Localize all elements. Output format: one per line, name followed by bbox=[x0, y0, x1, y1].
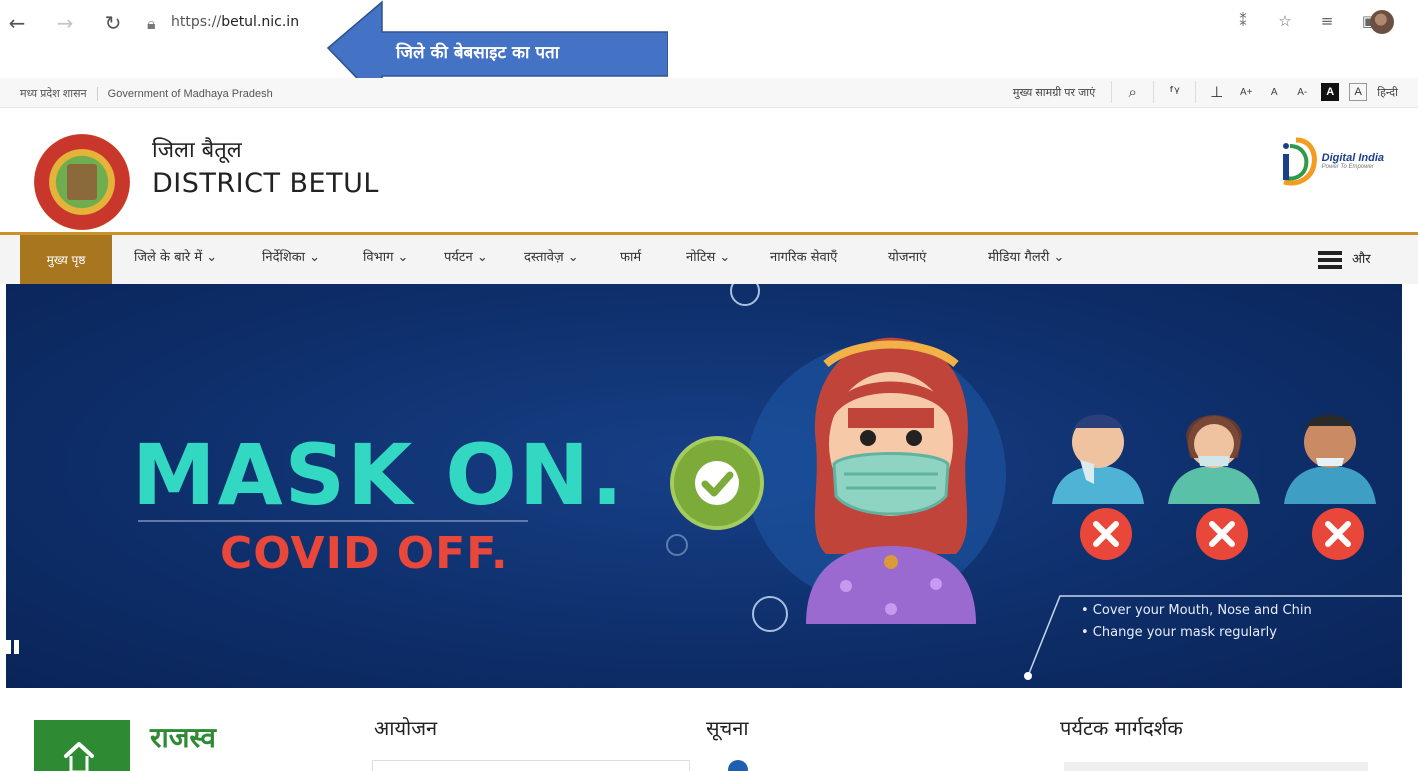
browser-toolbar: ← → ↻ 🔒︎ https://betul.nic.in ⁑ ☆ ≡ ▣ bbox=[0, 0, 1418, 48]
search-icon[interactable]: ⌕ bbox=[1111, 81, 1143, 103]
digital-india-text: Digital India bbox=[1321, 152, 1384, 164]
decorative-ring bbox=[666, 534, 688, 556]
events-heading: आयोजन bbox=[374, 716, 438, 740]
font-normal-button[interactable]: A bbox=[1265, 83, 1283, 101]
decorative-ring bbox=[752, 596, 788, 632]
district-emblem-logo[interactable] bbox=[34, 134, 130, 230]
banner-subheadline: COVID OFF. bbox=[220, 528, 509, 579]
lock-icon: 🔒︎ bbox=[147, 14, 156, 33]
tip-change-mask: • Change your mask regularly bbox=[1081, 625, 1277, 640]
callout-text: जिले की बेबसाइट का पता bbox=[396, 43, 560, 63]
notices-heading: सूचना bbox=[706, 716, 749, 740]
favorites-list-icon[interactable]: ≡ bbox=[1316, 12, 1338, 30]
url-prefix: https:// bbox=[171, 14, 222, 30]
digital-india-tagline: Power To Empower bbox=[1321, 164, 1374, 170]
nav-about-district[interactable]: जिले के बारे में ⌄ bbox=[134, 247, 217, 265]
reading-view-icon[interactable]: ⁑ bbox=[1232, 12, 1254, 30]
banner-divider bbox=[138, 520, 528, 522]
nav-notices[interactable]: नोटिस ⌄ bbox=[686, 247, 730, 265]
district-title-hindi: जिला बैतूल bbox=[152, 138, 242, 163]
check-mark-icon bbox=[670, 436, 764, 530]
language-toggle[interactable]: हिन्दी bbox=[1377, 85, 1398, 100]
high-contrast-button[interactable]: A bbox=[1321, 83, 1340, 101]
font-decrease-button[interactable]: A- bbox=[1293, 83, 1311, 101]
decorative-ring bbox=[730, 284, 760, 306]
back-arrow-icon[interactable]: ← bbox=[4, 10, 30, 36]
nav-schemes[interactable]: योजनाएं bbox=[888, 247, 926, 265]
font-increase-button[interactable]: A+ bbox=[1237, 83, 1255, 101]
gov-strip: मध्य प्रदेश शासन Government of Madhaya P… bbox=[0, 78, 1418, 108]
nav-tourism[interactable]: पर्यटन ⌄ bbox=[444, 247, 488, 265]
refresh-icon[interactable]: ↻ bbox=[100, 10, 126, 36]
banner-headline: MASK ON. bbox=[132, 426, 626, 524]
divider bbox=[96, 86, 98, 101]
hamburger-menu-icon[interactable] bbox=[1318, 251, 1342, 269]
events-panel bbox=[372, 760, 690, 771]
hero-banner[interactable]: MASK ON. COVID OFF. • Cover your Mouth, … bbox=[6, 284, 1402, 688]
digital-india-logo[interactable]: Digital India Power To Empower bbox=[1276, 134, 1384, 188]
profile-avatar[interactable] bbox=[1370, 10, 1394, 34]
nav-media-gallery[interactable]: मीडिया गैलरी ⌄ bbox=[988, 247, 1064, 265]
url-domain: betul.nic.in bbox=[221, 14, 300, 30]
wrong-mask-usage-illustration bbox=[1052, 414, 1376, 560]
state-gov-hindi-link[interactable]: मध्य प्रदेश शासन bbox=[20, 86, 87, 101]
sitemap-icon[interactable]: ⊥ bbox=[1195, 81, 1227, 103]
district-title-english: DISTRICT BETUL bbox=[152, 168, 379, 199]
main-nav: मुख्य पृष्ठ जिले के बारे में ⌄ निर्देशिक… bbox=[0, 232, 1418, 284]
pause-icon[interactable] bbox=[6, 640, 20, 654]
forward-arrow-icon[interactable]: → bbox=[52, 10, 78, 36]
tourist-guide-panel bbox=[1064, 762, 1368, 771]
tourist-guide-heading: पर्यटक मार्गदर्शक bbox=[1060, 716, 1183, 740]
nav-forms[interactable]: फार्म bbox=[620, 247, 641, 265]
address-bar[interactable]: https://betul.nic.in bbox=[171, 14, 299, 30]
social-media-icon[interactable]: ᶠᵞ bbox=[1153, 81, 1185, 103]
revenue-link[interactable]: राजस्व bbox=[150, 718, 216, 756]
nav-documents[interactable]: दस्तावेज़ ⌄ bbox=[524, 247, 579, 265]
state-gov-english-link[interactable]: Government of Madhaya Pradesh bbox=[108, 88, 273, 100]
tip-cover-mouth: • Cover your Mouth, Nose and Chin bbox=[1081, 603, 1312, 618]
masked-girl-illustration bbox=[806, 337, 976, 624]
nav-citizen-services[interactable]: नागरिक सेवाएँ bbox=[770, 247, 837, 265]
normal-contrast-button[interactable]: A bbox=[1349, 83, 1368, 101]
nav-directory[interactable]: निर्देशिका ⌄ bbox=[262, 247, 320, 265]
digital-india-mark-icon bbox=[1282, 137, 1317, 186]
nav-home[interactable]: मुख्य पृष्ठ bbox=[20, 235, 112, 284]
favorite-star-icon[interactable]: ☆ bbox=[1274, 12, 1296, 30]
banner-tips: • Cover your Mouth, Nose and Chin • Chan… bbox=[1081, 600, 1312, 644]
skip-to-content-link[interactable]: मुख्य सामग्री पर जाएं bbox=[1013, 85, 1095, 100]
nav-more[interactable]: और bbox=[1352, 249, 1371, 267]
home-icon bbox=[64, 742, 94, 771]
nav-departments[interactable]: विभाग ⌄ bbox=[363, 247, 408, 265]
